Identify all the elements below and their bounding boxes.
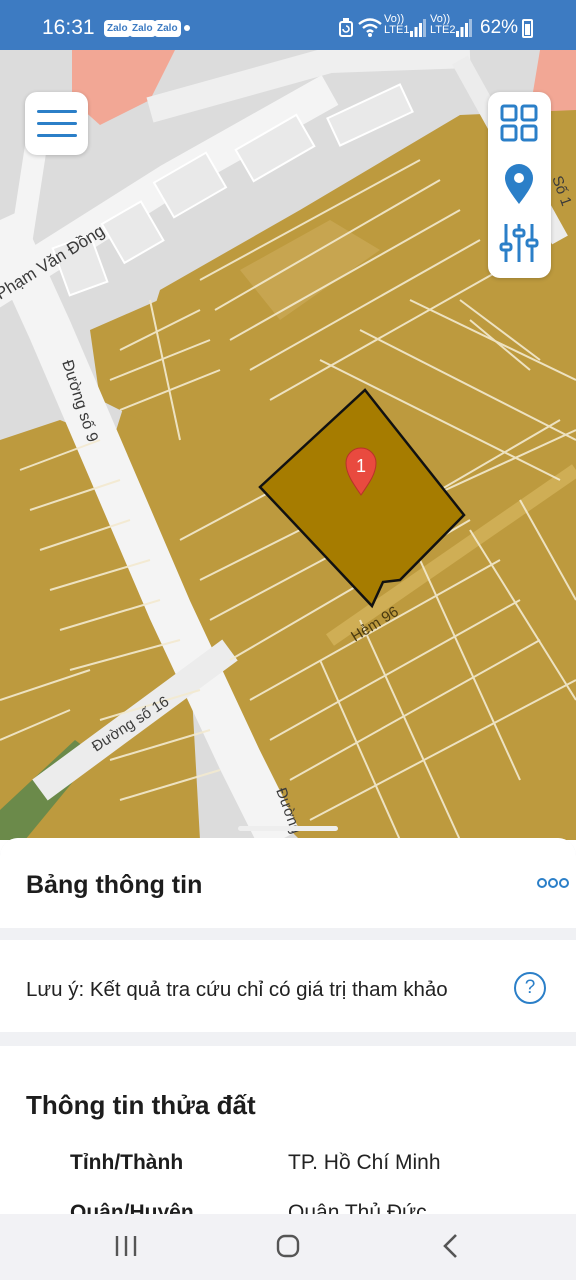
- parcel-marker-label[interactable]: 1: [356, 456, 366, 476]
- status-bar: 16:31 Zalo Zalo Zalo Vo)) LTE1 Vo)) LTE2…: [0, 0, 576, 50]
- back-icon[interactable]: [420, 1226, 480, 1266]
- sim1-label: Vo)) LTE1: [384, 13, 410, 36]
- zalo-notification-icon: Zalo: [154, 20, 181, 37]
- system-nav-bar: [0, 1214, 576, 1280]
- location-pin-icon: [505, 164, 533, 204]
- row-label-district: Quận/Huyện: [70, 1201, 194, 1214]
- battery-percent: 62%: [480, 17, 519, 38]
- zalo-notification-icon: Zalo: [129, 20, 156, 37]
- sheet-title: Bảng thông tin: [26, 871, 203, 899]
- sim2-label: Vo)) LTE2: [430, 13, 456, 36]
- hamburger-icon-line: [37, 134, 77, 137]
- row-label-province: Tỉnh/Thành: [70, 1151, 184, 1174]
- menu-button[interactable]: [25, 92, 88, 155]
- more-notifications-dot-icon: [184, 25, 190, 31]
- sheet-header: Bảng thông tin: [0, 838, 576, 928]
- sliders-icon: [499, 224, 539, 262]
- disclaimer-card: Lưu ý: Kết quả tra cứu chỉ có giá trị th…: [0, 940, 576, 1032]
- signal-sim1-icon: [410, 19, 426, 37]
- row-value-district: Quận Thủ Đức: [288, 1201, 427, 1214]
- status-time: 16:31: [42, 16, 95, 39]
- help-icon[interactable]: ?: [514, 972, 546, 1004]
- signal-sim2-icon: [456, 19, 472, 37]
- map-tools-panel: [488, 92, 551, 278]
- disclaimer-text: Lưu ý: Kết quả tra cứu chỉ có giá trị th…: [26, 978, 448, 1001]
- grid-icon: [500, 104, 538, 142]
- sync-icon: [339, 18, 353, 37]
- recent-apps-icon[interactable]: [96, 1226, 156, 1266]
- zalo-notification-icon: Zalo: [104, 20, 131, 37]
- home-icon[interactable]: [258, 1226, 318, 1266]
- filter-settings-button[interactable]: [488, 214, 551, 272]
- hamburger-icon: [37, 110, 77, 113]
- wifi-icon: [358, 18, 382, 37]
- section-title: Thông tin thửa đất: [26, 1090, 256, 1120]
- sheet-drag-handle[interactable]: [238, 826, 338, 831]
- info-sheet: Bảng thông tin Lưu ý: Kết quả tra cứu ch…: [0, 838, 576, 1214]
- parcel-info-card: Thông tin thửa đất Tỉnh/Thành TP. Hồ Chí…: [0, 1046, 576, 1214]
- battery-icon: [522, 19, 533, 38]
- more-options-icon[interactable]: [536, 874, 570, 892]
- layers-button[interactable]: [488, 94, 551, 152]
- my-location-button[interactable]: [488, 156, 551, 214]
- hamburger-icon-line: [37, 122, 77, 125]
- row-value-province: TP. Hồ Chí Minh: [288, 1151, 441, 1174]
